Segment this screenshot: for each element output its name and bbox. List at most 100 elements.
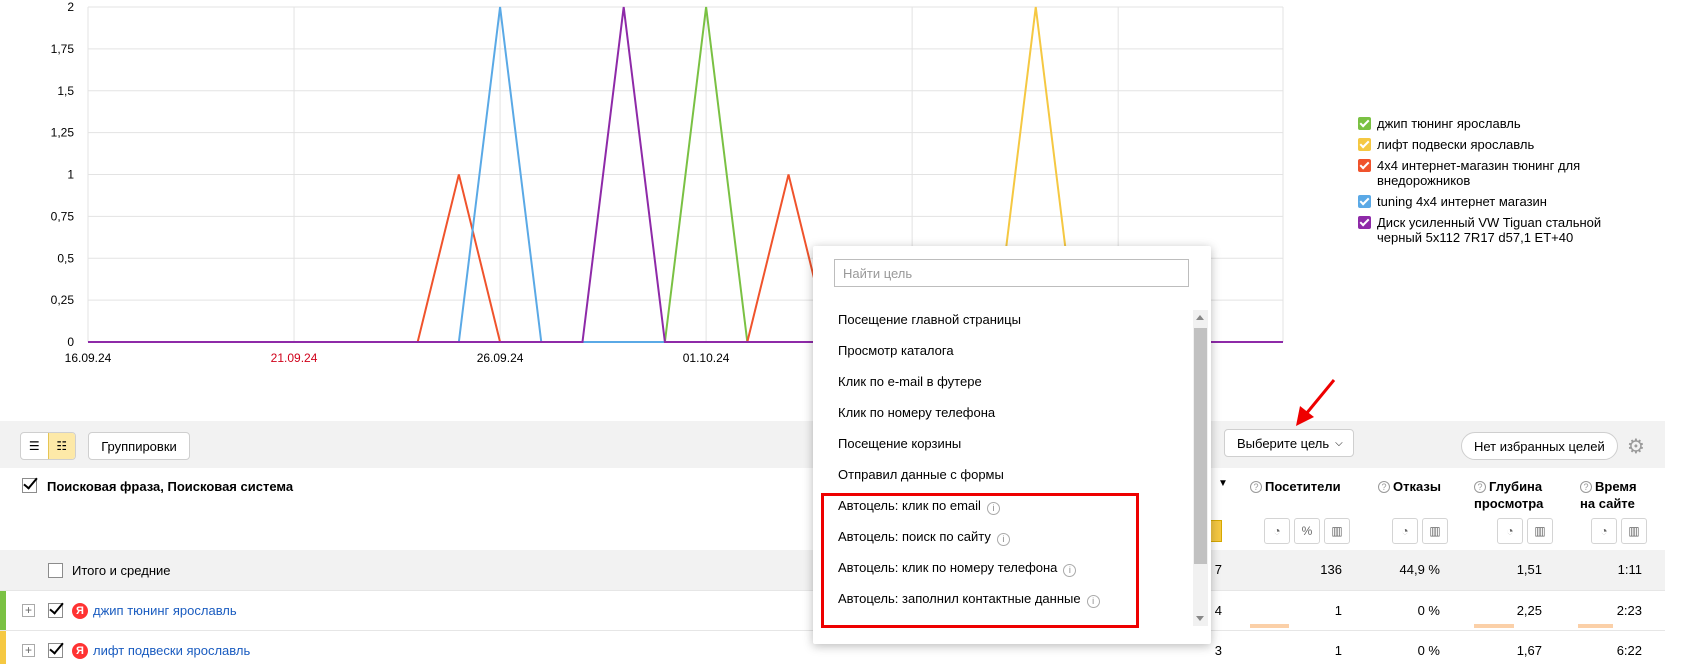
search-phrase-link[interactable]: лифт подвески ярославль xyxy=(93,643,250,658)
question-icon[interactable]: ? xyxy=(1580,481,1592,493)
search-phrase-link[interactable]: джип тюнинг ярославль xyxy=(93,603,237,618)
percent-icon[interactable]: % xyxy=(1294,518,1320,544)
goal-select-popup: Посещение главной страницы Просмотр катал… xyxy=(813,246,1211,644)
row-color-marker xyxy=(0,631,6,664)
goal-option[interactable]: Отправил данные с формы xyxy=(838,466,1100,497)
question-icon[interactable]: ? xyxy=(1474,481,1486,493)
pie-chart-icon[interactable]: ◔ xyxy=(1392,518,1418,544)
y-tick-label: 2 xyxy=(67,0,74,14)
goal-option[interactable]: Посещение главной страницы xyxy=(838,311,1100,342)
legend-item[interactable]: tuning 4x4 интернет магазин xyxy=(1358,194,1628,209)
goal-option-label: Клик по номеру телефона xyxy=(838,405,996,420)
scrollbar-thumb[interactable] xyxy=(1194,328,1207,564)
column-time[interactable]: ? Время на сайте xyxy=(1580,478,1637,512)
y-tick-label: 0,25 xyxy=(51,293,75,307)
question-icon[interactable]: ? xyxy=(1378,481,1390,493)
sort-arrow-icon[interactable]: ▼ xyxy=(1218,478,1228,489)
goal-option[interactable]: Автоцель: заполнил контактные данные i xyxy=(838,590,1100,621)
goal-search-input[interactable] xyxy=(834,259,1189,287)
grouping-checkbox[interactable] xyxy=(22,478,37,493)
goal-option[interactable]: Посещение корзины xyxy=(838,435,1100,466)
goal-option[interactable]: Автоцель: поиск по сайту i xyxy=(838,528,1100,559)
totals-time: 1:11 xyxy=(1617,562,1642,577)
pie-chart-icon[interactable]: ◔ xyxy=(1264,518,1290,544)
legend-checkbox[interactable] xyxy=(1358,159,1371,172)
y-tick-label: 0,5 xyxy=(57,251,74,265)
depth-share-bar xyxy=(1474,624,1514,628)
info-icon[interactable]: i xyxy=(986,502,1000,515)
row-visitors: 1 xyxy=(1334,643,1342,658)
goal-option[interactable]: Автоцель: клик по номеру телефона i xyxy=(838,559,1100,590)
scroll-down-icon[interactable] xyxy=(1196,616,1204,621)
column-partial-highlight xyxy=(1210,520,1222,542)
tree-view-icon[interactable]: ☷ xyxy=(47,433,75,459)
x-tick-label: 26.09.24 xyxy=(477,351,524,365)
y-tick-label: 1 xyxy=(67,168,74,182)
info-icon[interactable]: i xyxy=(996,533,1010,546)
x-tick-label: 01.10.24 xyxy=(683,351,730,365)
view-mode-toggle[interactable]: ☰ ☷ xyxy=(20,432,76,460)
legend-item[interactable]: джип тюнинг ярославль xyxy=(1358,116,1628,131)
goal-option-label: Посещение корзины xyxy=(838,436,962,451)
y-tick-label: 1,5 xyxy=(57,84,74,98)
select-goal-label: Выберите цель xyxy=(1237,435,1330,451)
list-view-icon[interactable]: ☰ xyxy=(21,433,48,459)
bar-chart-icon[interactable]: ▥ xyxy=(1621,518,1647,544)
info-icon[interactable]: i xyxy=(1063,564,1077,577)
goal-option[interactable]: Автоцель: клик по email i xyxy=(838,497,1100,528)
chevron-down-icon: ⌵ xyxy=(1335,437,1343,449)
legend-label: джип тюнинг ярославль xyxy=(1377,116,1521,131)
y-tick-label: 0 xyxy=(67,335,74,349)
gear-icon[interactable]: ⚙ xyxy=(1627,437,1645,457)
totals-checkbox[interactable] xyxy=(48,563,63,578)
yandex-logo-icon: Я xyxy=(72,643,88,659)
visitors-share-bar xyxy=(1250,624,1289,628)
expand-icon[interactable]: + xyxy=(22,644,35,657)
row-checkbox[interactable] xyxy=(48,643,63,658)
yandex-logo-icon: Я xyxy=(72,603,88,619)
goal-option-label: Автоцель: клик по email xyxy=(838,498,981,513)
y-tick-label: 1,75 xyxy=(51,42,75,56)
column-depth[interactable]: ? Глубина просмотра xyxy=(1474,478,1543,512)
goal-option[interactable]: Клик по номеру телефона xyxy=(838,404,1100,435)
bar-chart-icon[interactable]: ▥ xyxy=(1422,518,1448,544)
scroll-up-icon[interactable] xyxy=(1196,315,1204,320)
legend-item[interactable]: Диск усиленный VW Tiguan стальной черный… xyxy=(1358,215,1628,245)
row-time: 6:22 xyxy=(1616,643,1642,658)
legend-item[interactable]: лифт подвески ярославль xyxy=(1358,137,1628,152)
totals-visitors: 136 xyxy=(1320,562,1342,577)
legend-label: лифт подвески ярославль xyxy=(1377,137,1535,152)
row-depth: 1,67 xyxy=(1516,643,1542,658)
legend-checkbox[interactable] xyxy=(1358,138,1371,151)
groupings-button[interactable]: Группировки xyxy=(88,432,190,460)
legend-checkbox[interactable] xyxy=(1358,195,1371,208)
row-time: 2:23 xyxy=(1616,603,1642,618)
legend-checkbox[interactable] xyxy=(1358,117,1371,130)
legend-item[interactable]: 4x4 интернет-магазин тюнинг для внедорож… xyxy=(1358,158,1628,188)
expand-icon[interactable]: + xyxy=(22,604,35,617)
row-visitors: 1 xyxy=(1334,603,1342,618)
info-icon[interactable]: i xyxy=(1086,595,1100,608)
bar-chart-icon[interactable]: ▥ xyxy=(1527,518,1553,544)
column-bounces[interactable]: ? Отказы xyxy=(1378,478,1441,495)
question-icon[interactable]: ? xyxy=(1250,481,1262,493)
favorite-goals-button[interactable]: Нет избранных целей xyxy=(1461,432,1618,460)
row-checkbox[interactable] xyxy=(48,603,63,618)
row-partial-value: 3 xyxy=(1214,643,1222,658)
legend-checkbox[interactable] xyxy=(1358,216,1371,229)
goal-option[interactable]: Клик по e-mail в футере xyxy=(838,373,1100,404)
goal-option[interactable]: Просмотр каталога xyxy=(838,342,1100,373)
totals-bounces: 44,9 % xyxy=(1399,562,1440,577)
legend-label: Диск усиленный VW Tiguan стальной черный… xyxy=(1377,215,1602,245)
row-bounces: 0 % xyxy=(1417,603,1440,618)
goal-option-label: Автоцель: заполнил контактные данные xyxy=(838,591,1081,606)
totals-depth: 1,51 xyxy=(1516,562,1542,577)
pie-chart-icon[interactable]: ◔ xyxy=(1497,518,1523,544)
legend-label: 4x4 интернет-магазин тюнинг для внедорож… xyxy=(1377,158,1581,188)
select-goal-dropdown[interactable]: Выберите цель ⌵ xyxy=(1224,429,1354,457)
goal-list-scrollbar[interactable] xyxy=(1193,310,1208,626)
chart-legend: джип тюнинг ярославль лифт подвески яросл… xyxy=(1358,116,1628,251)
bar-chart-icon[interactable]: ▥ xyxy=(1324,518,1350,544)
pie-chart-icon[interactable]: ◔ xyxy=(1591,518,1617,544)
column-visitors[interactable]: ? Посетители xyxy=(1250,478,1341,495)
